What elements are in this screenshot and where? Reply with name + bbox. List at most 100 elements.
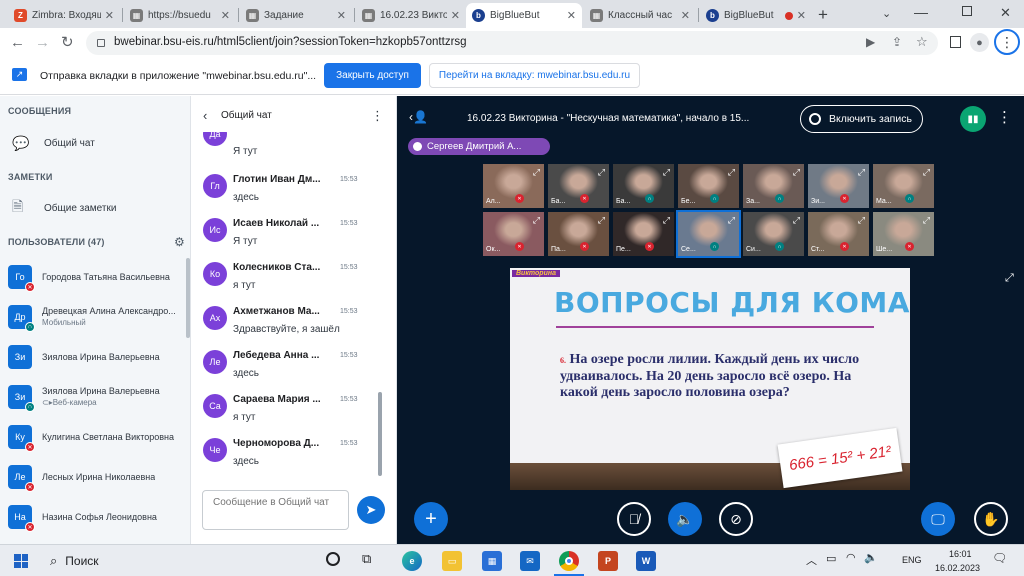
notifications-icon[interactable]: 🗨	[992, 551, 1007, 565]
expand-webcam-icon[interactable]: ⤢	[728, 167, 735, 178]
audio-speaker-button[interactable]: 🔈	[668, 502, 702, 536]
powerpoint-icon[interactable]: P	[598, 551, 618, 571]
edge-icon[interactable]: e	[402, 551, 422, 571]
tab-search-icon[interactable]: ⌄	[882, 7, 891, 20]
chat-message-input[interactable]	[202, 490, 349, 530]
language-indicator[interactable]: ENG	[902, 555, 922, 565]
share-webcam-button[interactable]: ⊘	[719, 502, 753, 536]
clock-time[interactable]: 16:01	[949, 549, 972, 559]
screen-share-button[interactable]: 🖵	[921, 502, 955, 536]
close-tab-icon[interactable]: ✕	[451, 9, 460, 22]
expand-webcam-icon[interactable]: ⤢	[533, 167, 540, 178]
expand-webcam-icon[interactable]: ⤢	[923, 167, 930, 178]
users-settings-gear-icon[interactable]: ⚙	[174, 235, 185, 249]
webcam-tile[interactable]: Си... ∩ ⤢	[743, 212, 804, 256]
browser-tab[interactable]: ▦ https://bsuedu ✕	[124, 3, 236, 28]
new-tab-button[interactable]: +	[818, 5, 828, 25]
browser-tab-active[interactable]: b BigBlueBut ✕	[466, 3, 582, 28]
close-tab-icon[interactable]: ✕	[681, 9, 690, 22]
close-tab-icon[interactable]: ✕	[337, 9, 346, 22]
close-tab-icon[interactable]: ✕	[797, 9, 806, 22]
start-recording-button[interactable]: Включить запись	[800, 105, 923, 133]
webcam-tile[interactable]: Ал... ✕ ⤢	[483, 164, 544, 208]
address-bar[interactable]: bwebinar.bsu-eis.ru/html5client/join?ses…	[86, 31, 938, 55]
hide-chat-chevron-icon[interactable]: ‹	[203, 108, 207, 123]
connection-status-icon[interactable]: ▮▮	[960, 106, 986, 132]
mail-icon[interactable]: ✉	[520, 551, 540, 571]
close-tab-icon[interactable]: ✕	[221, 9, 230, 22]
expand-webcam-icon[interactable]: ⤢	[533, 215, 540, 226]
expand-webcam-icon[interactable]: ⤢	[663, 167, 670, 178]
task-view-icon[interactable]: ⧉	[362, 551, 371, 567]
user-list-item[interactable]: Др ∩ Древецкая Алина Александро... Мобильн…	[8, 298, 186, 336]
toggle-userlist-icon[interactable]: ‹👤	[409, 110, 428, 124]
webcam-tile[interactable]: Бе... ∩ ⤢	[678, 164, 739, 208]
file-explorer-icon[interactable]: ▭	[442, 551, 462, 571]
browser-tab[interactable]: ▦ 16.02.23 Викто ✕	[356, 3, 466, 28]
forward-button[interactable]: →	[35, 34, 50, 51]
user-list-item[interactable]: На ✕ Назина Софья Леонидовна	[8, 498, 186, 536]
expand-webcam-icon[interactable]: ⤢	[793, 215, 800, 226]
camera-icon[interactable]: ▶	[866, 35, 875, 49]
expand-webcam-icon[interactable]: ⤢	[923, 215, 930, 226]
user-list-item[interactable]: Зи Зиялова Ирина Валерьевна	[8, 338, 186, 376]
minimize-window-button[interactable]: —	[914, 4, 928, 20]
user-list-item[interactable]: Ле ✕ Лесных Ирина Николаевна	[8, 458, 186, 496]
browser-tab[interactable]: ▦ Задание ✕	[240, 3, 352, 28]
meeting-options-icon[interactable]: ⋮	[997, 108, 1012, 126]
back-button[interactable]: ←	[10, 34, 25, 51]
network-icon[interactable]: ▭	[826, 552, 836, 565]
chat-scrollbar[interactable]	[378, 392, 382, 476]
show-hidden-icons-chevron[interactable]: ︿	[806, 552, 817, 568]
reload-button[interactable]: ↻	[61, 33, 74, 51]
expand-webcam-icon[interactable]: ⤢	[858, 215, 865, 226]
browser-tab[interactable]: Z Zimbra: Входящ ✕	[8, 3, 120, 28]
webcam-tile[interactable]: Зи... ✕ ⤢	[808, 164, 869, 208]
restore-window-button[interactable]	[962, 6, 972, 16]
windows-start-icon[interactable]	[14, 554, 28, 568]
webcam-tile[interactable]: Се... ∩ ⤢	[676, 210, 741, 258]
webcam-tile[interactable]: Ок... ✕ ⤢	[483, 212, 544, 256]
expand-webcam-icon[interactable]: ⤢	[793, 167, 800, 178]
close-tab-icon[interactable]: ✕	[567, 9, 576, 22]
stop-sharing-button[interactable]: Закрыть доступ	[324, 63, 421, 88]
expand-webcam-icon[interactable]: ⤢	[858, 167, 865, 178]
user-list-item[interactable]: Го ✕ Городова Татьяна Васильевна	[8, 258, 186, 296]
fullscreen-presentation-icon[interactable]: ⤢	[1005, 272, 1014, 285]
actions-plus-button[interactable]: +	[414, 502, 448, 536]
webcam-tile[interactable]: За... ∩ ⤢	[743, 164, 804, 208]
raise-hand-button[interactable]: ✋	[974, 502, 1008, 536]
expand-webcam-icon[interactable]: ⤢	[598, 167, 605, 178]
profile-avatar-icon[interactable]: ●	[970, 33, 989, 52]
webcam-tile[interactable]: Па... ✕ ⤢	[548, 212, 609, 256]
word-icon[interactable]: W	[636, 551, 656, 571]
chrome-icon[interactable]	[559, 551, 579, 571]
user-list-item[interactable]: Ку ✕ Кулигина Светлана Викторовна	[8, 418, 186, 456]
webcam-tile[interactable]: Ст... ✕ ⤢	[808, 212, 869, 256]
cortana-icon[interactable]	[326, 552, 340, 566]
expand-webcam-icon[interactable]: ⤢	[728, 215, 735, 226]
webcam-tile[interactable]: Ше... ✕ ⤢	[873, 212, 934, 256]
wifi-icon[interactable]: ◠	[846, 551, 856, 564]
clock-date[interactable]: 16.02.2023	[935, 563, 980, 573]
unmute-microphone-button[interactable]: 🎙̸	[617, 502, 651, 536]
browser-tab[interactable]: b BigBlueBut ✕	[700, 3, 812, 28]
bookmark-star-icon[interactable]: ☆	[916, 34, 928, 50]
webcam-tile[interactable]: Ма... ∩ ⤢	[873, 164, 934, 208]
share-icon[interactable]: ⇪	[892, 35, 902, 49]
send-message-button[interactable]: ➤	[357, 496, 385, 524]
volume-icon[interactable]: 🔈	[864, 551, 878, 564]
close-tab-icon[interactable]: ✕	[105, 9, 114, 22]
webcam-tile[interactable]: Ба... ∩ ⤢	[613, 164, 674, 208]
webcam-tile[interactable]: Ба... ✕ ⤢	[548, 164, 609, 208]
switch-to-tab-button[interactable]: Перейти на вкладку: mwebinar.bsu.edu.ru	[429, 63, 640, 88]
expand-webcam-icon[interactable]: ⤢	[663, 215, 670, 226]
user-list-scrollbar[interactable]	[186, 258, 190, 338]
chat-options-icon[interactable]: ⋮	[371, 108, 384, 124]
user-list-item[interactable]: Зи ∩ Зиялова Ирина Валерьевна ⊂▸Веб-камера	[8, 378, 186, 416]
close-window-button[interactable]: ✕	[1000, 5, 1011, 21]
side-panel-icon[interactable]	[950, 36, 961, 48]
shared-notes-link[interactable]: 🗎 Общие заметки	[12, 198, 116, 218]
taskbar-search[interactable]: ⌕ Поиск	[42, 548, 312, 574]
store-icon[interactable]: ▦	[482, 551, 502, 571]
